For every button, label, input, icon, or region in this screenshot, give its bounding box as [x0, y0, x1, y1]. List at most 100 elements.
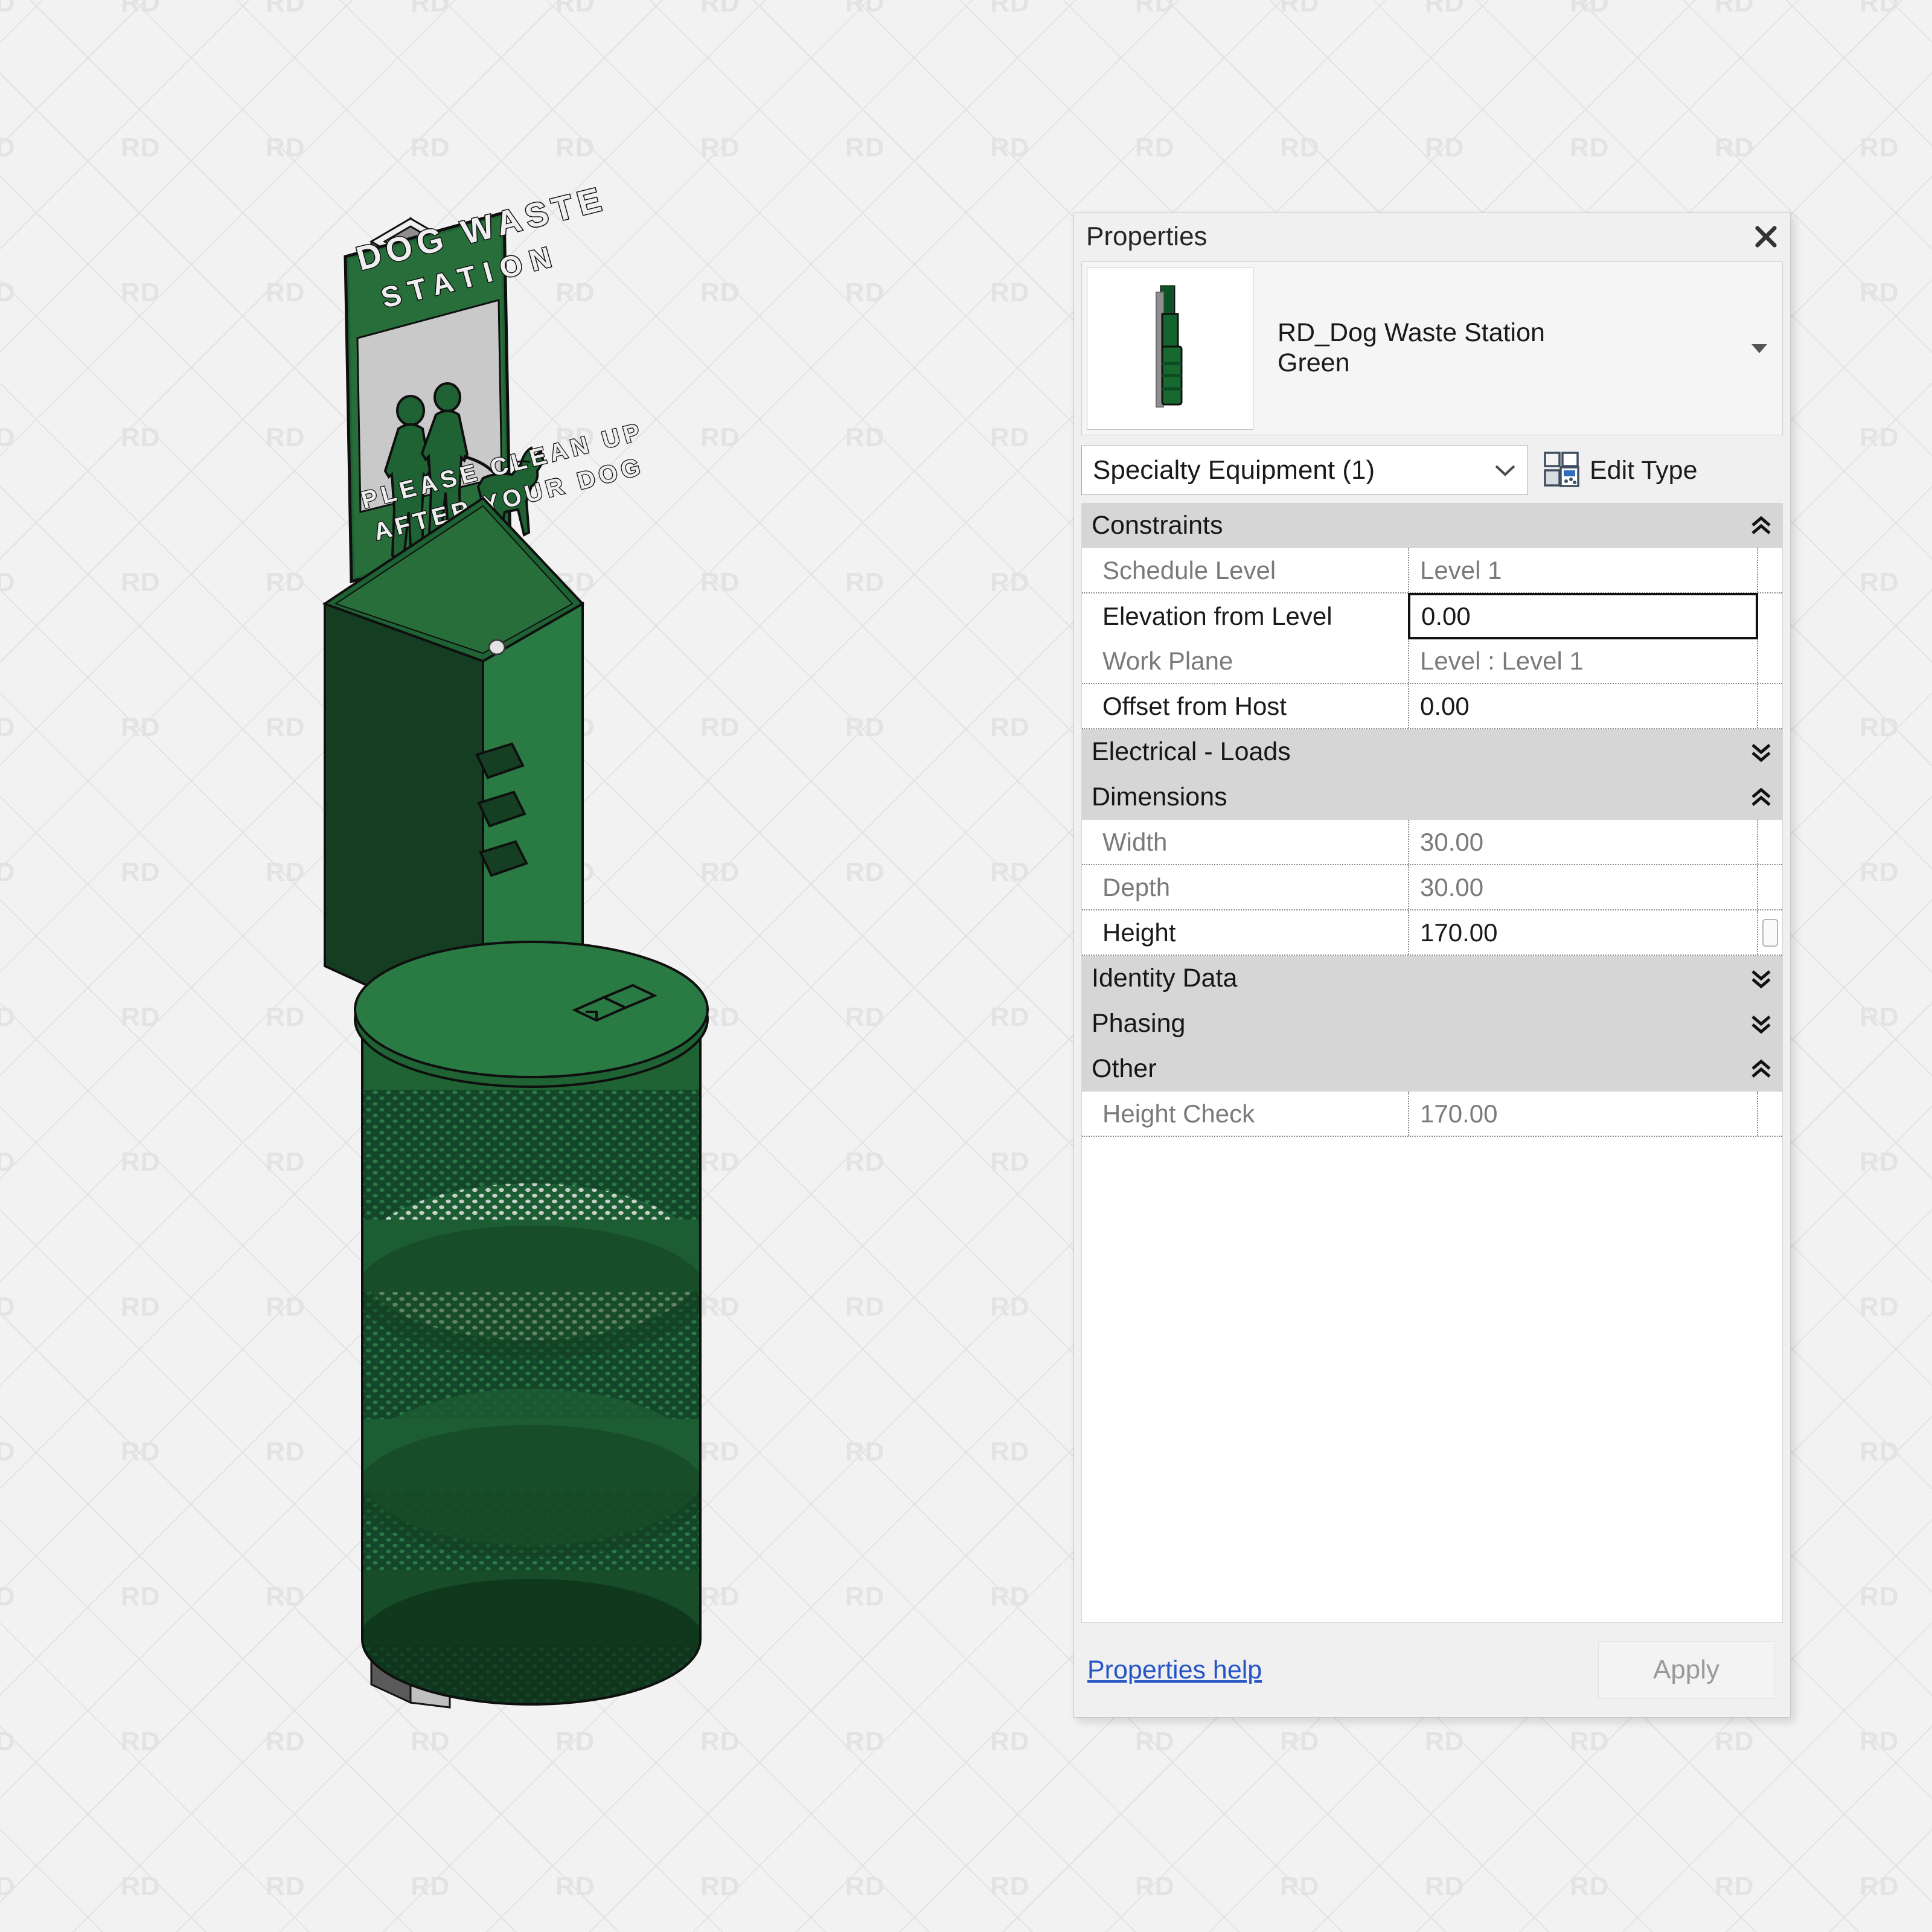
- watermark-text: RD: [1570, 1727, 1610, 1757]
- watermark-text: RD: [1860, 1582, 1899, 1612]
- parameter-value[interactable]: 0.00: [1408, 593, 1758, 639]
- apply-button[interactable]: Apply: [1598, 1641, 1774, 1699]
- parameter-value: 30.00: [1408, 865, 1758, 909]
- watermark-text: RD: [1860, 1147, 1899, 1177]
- properties-titlebar[interactable]: Properties: [1074, 213, 1790, 260]
- parameter-group-header[interactable]: Electrical - Loads: [1082, 729, 1782, 775]
- type-name-line-1: RD_Dog Waste Station: [1278, 318, 1741, 348]
- chevron-up-icon[interactable]: [1740, 1059, 1782, 1080]
- watermark-text: RD: [1860, 133, 1899, 163]
- watermark-text: RD: [1860, 857, 1899, 888]
- watermark-text: RD: [1715, 133, 1754, 163]
- parameter-row[interactable]: Schedule LevelLevel 1: [1082, 548, 1782, 593]
- parameter-row-tail: [1758, 548, 1782, 592]
- parameter-row[interactable]: Elevation from Level0.00: [1082, 593, 1782, 639]
- parameter-row[interactable]: Width30.00: [1082, 820, 1782, 865]
- parameter-value[interactable]: 0.00: [1408, 684, 1758, 728]
- parameter-group-label: Constraints: [1092, 513, 1740, 539]
- parameter-name: Work Plane: [1082, 639, 1408, 683]
- watermark-text: RD: [1860, 1872, 1899, 1902]
- parameter-name: Height: [1082, 910, 1408, 955]
- parameter-row-tail: [1758, 865, 1782, 909]
- close-icon[interactable]: [1747, 217, 1785, 256]
- parameter-row[interactable]: Height170.00: [1082, 910, 1782, 956]
- watermark-text: RD: [1570, 0, 1610, 18]
- parameter-name: Depth: [1082, 865, 1408, 909]
- watermark-text: RD: [1715, 1872, 1754, 1902]
- parameter-group-header[interactable]: Phasing: [1082, 1001, 1782, 1046]
- properties-footer: Properties help Apply: [1074, 1623, 1790, 1717]
- parameter-value: Level 1: [1408, 548, 1758, 592]
- watermark-text: RD: [1570, 133, 1610, 163]
- watermark-text: RD: [1860, 278, 1899, 308]
- properties-help-link[interactable]: Properties help: [1087, 1657, 1262, 1683]
- parameter-table[interactable]: Constraints Schedule LevelLevel 1Elevatio…: [1081, 503, 1783, 1623]
- category-select[interactable]: Specialty Equipment (1): [1081, 446, 1528, 495]
- page-title: Properties: [1086, 223, 1747, 250]
- type-thumbnail: [1087, 267, 1253, 430]
- chevron-down-icon[interactable]: [1740, 742, 1782, 763]
- parameter-group-header[interactable]: Other: [1082, 1046, 1782, 1092]
- parameter-group-label: Identity Data: [1092, 965, 1740, 991]
- chevron-down-icon[interactable]: [1740, 968, 1782, 989]
- watermark-text: RD: [1280, 1872, 1320, 1902]
- parameter-name: Elevation from Level: [1082, 593, 1408, 639]
- watermark-text: RD: [1570, 1872, 1610, 1902]
- watermark-text: RD: [1860, 712, 1899, 743]
- watermark-text: RD: [1135, 1872, 1175, 1902]
- parameter-group-label: Other: [1092, 1056, 1740, 1082]
- watermark-text: RD: [1135, 0, 1175, 18]
- watermark-text: RD: [1425, 1872, 1465, 1902]
- watermark-text: RD: [1135, 1727, 1175, 1757]
- watermark-text: RD: [1280, 133, 1320, 163]
- edit-type-label: Edit Type: [1590, 458, 1698, 484]
- parameter-group-label: Dimensions: [1092, 784, 1740, 810]
- watermark-text: RD: [1425, 0, 1465, 18]
- parameter-group-header[interactable]: Identity Data: [1082, 956, 1782, 1001]
- parameter-value: Level : Level 1: [1408, 639, 1758, 683]
- type-name-line-2: Green: [1278, 348, 1741, 379]
- parameter-value: 30.00: [1408, 820, 1758, 864]
- watermark-text: RD: [1280, 0, 1320, 18]
- parameter-name: Offset from Host: [1082, 684, 1408, 728]
- parameter-row-tail: [1758, 820, 1782, 864]
- chevron-down-icon: [1491, 462, 1519, 478]
- chevron-up-icon[interactable]: [1740, 787, 1782, 808]
- watermark-text: RD: [1860, 1437, 1899, 1467]
- watermark-text: RD: [1715, 1727, 1754, 1757]
- type-selector[interactable]: RD_Dog Waste Station Green: [1081, 261, 1783, 435]
- parameter-row-tail: [1758, 593, 1782, 639]
- parameter-row-tail: [1758, 639, 1782, 683]
- parameter-value: 170.00: [1408, 1092, 1758, 1136]
- dispenser-slots: [477, 744, 526, 875]
- model-viewport[interactable]: DOG WASTE STATION PLEASE CLEAN UP AFTER …: [0, 0, 1026, 1932]
- parameter-value[interactable]: 170.00: [1408, 910, 1758, 955]
- parameter-row[interactable]: Offset from Host0.00: [1082, 684, 1782, 729]
- parameter-row[interactable]: Work PlaneLevel : Level 1: [1082, 639, 1782, 684]
- chevron-down-icon[interactable]: [1740, 1014, 1782, 1034]
- watermark-text: RD: [1860, 1727, 1899, 1757]
- parameter-row-tail: [1758, 1092, 1782, 1136]
- properties-palette[interactable]: Properties RD_Dog Waste Station Green: [1073, 213, 1791, 1718]
- parameter-group-label: Electrical - Loads: [1092, 739, 1740, 765]
- watermark-text: RD: [1860, 0, 1899, 18]
- edit-type-button[interactable]: Edit Type: [1543, 450, 1698, 491]
- watermark-text: RD: [1860, 568, 1899, 598]
- parameter-group-header[interactable]: Dimensions: [1082, 775, 1782, 820]
- parameter-row[interactable]: Depth30.00: [1082, 865, 1782, 910]
- parameter-name: Width: [1082, 820, 1408, 864]
- watermark-text: RD: [1860, 423, 1899, 453]
- chevron-up-icon[interactable]: [1740, 516, 1782, 536]
- parameter-row[interactable]: Height Check170.00: [1082, 1092, 1782, 1137]
- parameter-popup-button[interactable]: [1758, 910, 1782, 955]
- watermark-text: RD: [1425, 133, 1465, 163]
- watermark-text: RD: [1860, 1002, 1899, 1032]
- triangle-down-icon[interactable]: [1741, 342, 1777, 354]
- category-row: Specialty Equipment (1) Edit Type: [1081, 444, 1783, 497]
- type-name: RD_Dog Waste Station Green: [1253, 318, 1741, 379]
- category-label: Specialty Equipment (1): [1093, 457, 1491, 484]
- parameter-group-header[interactable]: Constraints: [1082, 503, 1782, 548]
- watermark-text: RD: [1425, 1727, 1465, 1757]
- edit-type-icon: [1543, 450, 1580, 491]
- parameter-name: Height Check: [1082, 1092, 1408, 1136]
